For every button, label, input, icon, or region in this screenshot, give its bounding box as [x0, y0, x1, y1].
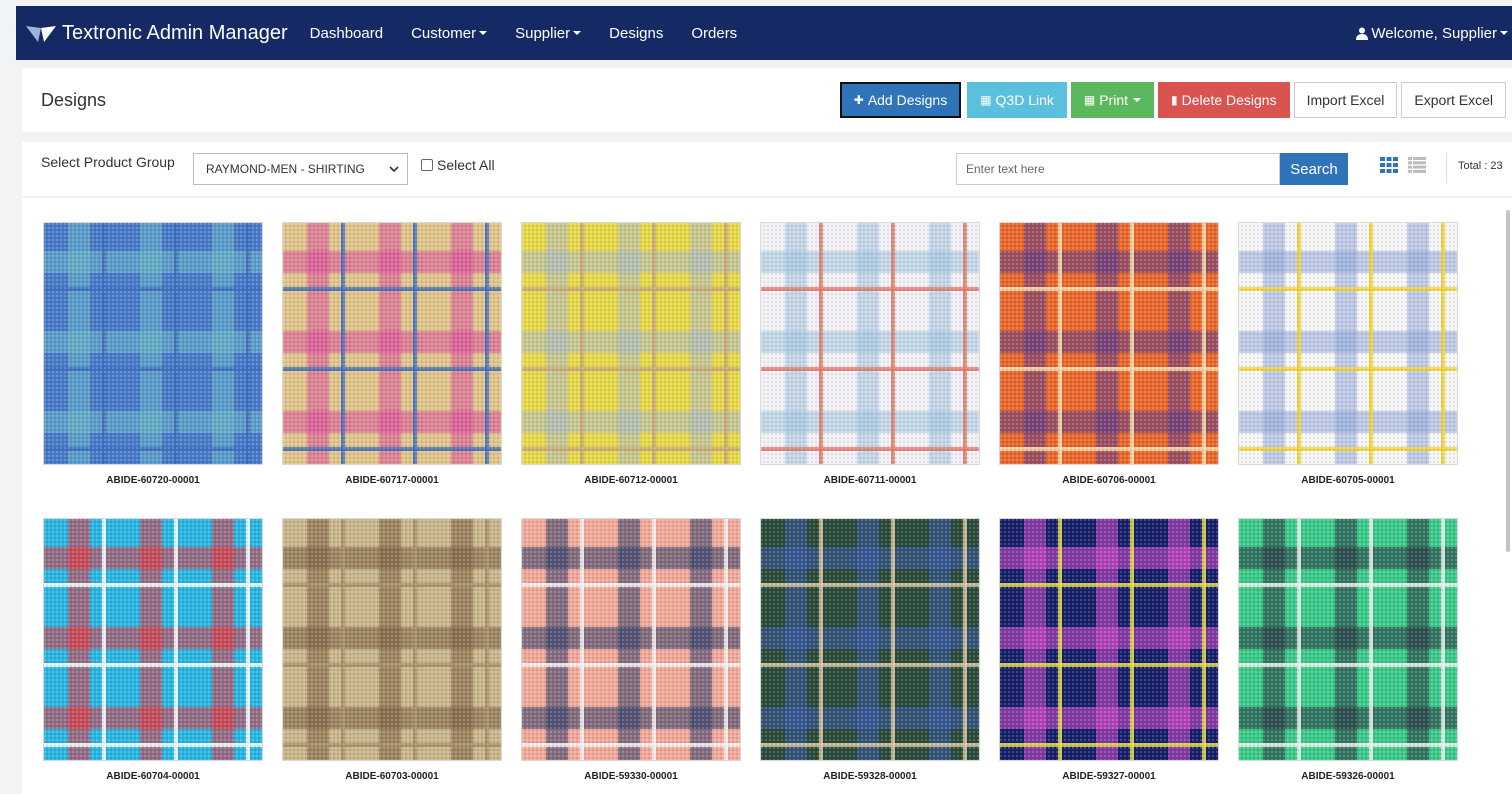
- nav-item-label: Dashboard: [309, 24, 384, 42]
- design-code: ABIDE-60711-00001: [823, 475, 917, 486]
- nav-item-label: Customer: [411, 24, 477, 42]
- design-tile[interactable]: ABIDE-59328-00001: [760, 518, 980, 782]
- design-tile[interactable]: ABIDE-60704-00001: [43, 518, 263, 782]
- barcode-icon: ▦: [1083, 93, 1096, 107]
- chevron-down-icon: [389, 166, 399, 173]
- button-label: Delete Designs: [1181, 92, 1277, 108]
- caret-down-icon: [479, 31, 488, 35]
- caret-down-icon: [1133, 98, 1142, 102]
- brand[interactable]: Textronic Admin Manager: [24, 20, 288, 46]
- design-swatch-image[interactable]: [43, 222, 263, 465]
- total-count: Total : 23: [1458, 160, 1503, 172]
- design-code: ABIDE-59330-00001: [584, 771, 678, 782]
- checkbox-box[interactable]: [421, 159, 433, 171]
- design-code: ABIDE-60704-00001: [106, 771, 200, 782]
- design-tile[interactable]: ABIDE-59330-00001: [521, 518, 741, 782]
- design-code: ABIDE-60712-00001: [584, 475, 678, 486]
- caret-down-icon: [573, 31, 582, 35]
- design-tile[interactable]: ABIDE-60720-00001: [43, 222, 263, 486]
- grid-view-icon[interactable]: [1380, 157, 1398, 173]
- top-navbar: Textronic Admin Manager Dashboard Custom…: [16, 6, 1512, 60]
- nav-item-dashboard[interactable]: Dashboard: [310, 25, 383, 42]
- button-label: Print: [1099, 92, 1129, 108]
- design-swatch-image[interactable]: [521, 518, 741, 761]
- filter-bar: Select Product Group RAYMOND-MEN - SHIRT…: [22, 142, 1512, 196]
- design-swatch-image[interactable]: [282, 222, 502, 465]
- import-excel-button[interactable]: Import Excel: [1293, 82, 1398, 118]
- user-menu[interactable]: Welcome, Supplier: [1356, 25, 1508, 42]
- design-swatch-image[interactable]: [282, 518, 502, 761]
- design-tile[interactable]: ABIDE-60705-00001: [1238, 222, 1458, 486]
- nav-item-customer[interactable]: Customer: [411, 24, 488, 42]
- list-view-icon[interactable]: [1408, 157, 1426, 173]
- design-code: ABIDE-60717-00001: [345, 475, 439, 486]
- design-swatch-image[interactable]: [760, 222, 980, 465]
- button-label: Add Designs: [867, 92, 948, 108]
- search-button[interactable]: Search: [1280, 153, 1348, 185]
- nav-menu: Dashboard Customer Supplier Designs Orde…: [310, 25, 766, 42]
- welcome-text: Welcome, Supplier: [1371, 24, 1497, 42]
- design-swatch-image[interactable]: [1238, 518, 1458, 761]
- brand-logo-icon: [26, 26, 56, 42]
- export-excel-button[interactable]: Export Excel: [1401, 82, 1506, 118]
- trash-icon: ▮: [1171, 93, 1178, 107]
- design-swatch-image[interactable]: [999, 518, 1219, 761]
- search-placeholder: Enter text here: [966, 162, 1045, 176]
- nav-item-designs[interactable]: Designs: [609, 25, 663, 42]
- design-tile[interactable]: ABIDE-60717-00001: [282, 222, 502, 486]
- nav-item-label: Designs: [609, 24, 664, 42]
- design-tile[interactable]: ABIDE-59326-00001: [1238, 518, 1458, 782]
- design-tile[interactable]: ABIDE-60703-00001: [282, 518, 502, 782]
- design-code: ABIDE-60703-00001: [345, 771, 439, 782]
- nav-item-orders[interactable]: Orders: [691, 25, 737, 42]
- brand-title: Textronic Admin Manager: [62, 21, 288, 44]
- button-label: Import Excel: [1306, 92, 1385, 108]
- scrollbar-thumb[interactable]: [1506, 210, 1510, 552]
- design-tile[interactable]: ABIDE-60711-00001: [760, 222, 980, 486]
- design-swatch-image[interactable]: [1238, 222, 1458, 465]
- design-code: ABIDE-59327-00001: [1062, 771, 1156, 782]
- add-designs-button[interactable]: ✚ Add Designs: [839, 82, 962, 118]
- design-swatch-image[interactable]: [43, 518, 263, 761]
- design-code: ABIDE-60720-00001: [106, 475, 200, 486]
- user-icon: [1356, 27, 1369, 40]
- divider: [1446, 153, 1447, 183]
- search-input[interactable]: Enter text here: [956, 153, 1280, 185]
- design-swatch-image[interactable]: [521, 222, 741, 465]
- delete-designs-button[interactable]: ▮ Delete Designs: [1158, 82, 1290, 118]
- nav-item-supplier[interactable]: Supplier: [515, 24, 582, 42]
- design-code: ABIDE-60705-00001: [1301, 475, 1395, 486]
- page-title: Designs: [41, 89, 107, 110]
- q3d-link-button[interactable]: ▦ Q3D Link: [967, 82, 1067, 118]
- select-all-checkbox[interactable]: Select All: [421, 157, 495, 173]
- plus-icon: ✚: [853, 93, 864, 107]
- design-code: ABIDE-59328-00001: [823, 771, 917, 782]
- button-label: Export Excel: [1414, 92, 1493, 108]
- product-group-select[interactable]: RAYMOND-MEN - SHIRTING: [193, 153, 408, 185]
- design-code: ABIDE-60706-00001: [1062, 475, 1156, 486]
- product-group-label: Select Product Group: [41, 154, 175, 170]
- nav-item-label: Orders: [691, 24, 738, 42]
- design-swatch-image[interactable]: [999, 222, 1219, 465]
- product-group-value: RAYMOND-MEN - SHIRTING: [206, 162, 365, 176]
- design-tile[interactable]: ABIDE-60706-00001: [999, 222, 1219, 486]
- design-code: ABIDE-59326-00001: [1301, 771, 1395, 782]
- print-button[interactable]: ▦ Print: [1070, 82, 1155, 118]
- design-tile[interactable]: ABIDE-60712-00001: [521, 222, 741, 486]
- design-grid: ABIDE-60720-00001 ABIDE-60717-00001 ABIDE-…: [22, 198, 1512, 794]
- page-header: Designs ✚ Add Designs ▦ Q3D Link ▦ Print…: [22, 68, 1512, 132]
- caret-down-icon: [1500, 31, 1508, 35]
- design-tile[interactable]: ABIDE-59327-00001: [999, 518, 1219, 782]
- button-label: Search: [1290, 160, 1338, 178]
- button-label: Q3D Link: [995, 92, 1054, 108]
- design-swatch-image[interactable]: [760, 518, 980, 761]
- barcode-icon: ▦: [980, 93, 992, 107]
- select-all-label: Select All: [437, 157, 495, 173]
- nav-item-label: Supplier: [515, 24, 571, 42]
- header-actions: ✚ Add Designs ▦ Q3D Link ▦ Print ▮ Delet…: [836, 82, 1506, 118]
